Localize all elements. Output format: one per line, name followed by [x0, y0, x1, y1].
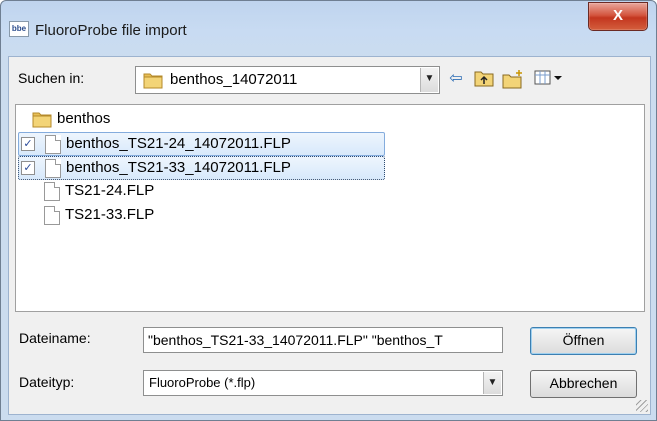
- file-name: benthos_TS21-24_14072011.FLP: [66, 135, 291, 152]
- list-item-folder[interactable]: benthos: [26, 108, 226, 130]
- resize-grip[interactable]: [636, 400, 648, 412]
- filename-input[interactable]: "benthos_TS21-33_14072011.FLP" "benthos_…: [143, 327, 503, 353]
- cancel-button[interactable]: Abbrechen: [530, 370, 637, 398]
- file-list[interactable]: benthos ✓ benthos_TS21-24_14072011.FLP ✓…: [15, 104, 645, 312]
- look-in-value: benthos_14072011: [170, 71, 298, 88]
- file-name: benthos: [57, 110, 111, 127]
- list-item-file[interactable]: TS21-33.FLP: [18, 204, 218, 226]
- look-in-label: Suchen in:: [18, 70, 85, 86]
- look-in-combobox[interactable]: benthos_14072011 ▼: [135, 66, 440, 94]
- dialog-body: Suchen in: benthos_14072011 ▼ ⇦ benthos …: [8, 56, 651, 415]
- new-folder-icon[interactable]: [502, 69, 524, 89]
- view-menu-icon[interactable]: [533, 69, 565, 89]
- list-item-file[interactable]: ✓ benthos_TS21-24_14072011.FLP: [18, 132, 385, 156]
- window-title: FluoroProbe file import: [35, 22, 187, 39]
- file-name: benthos_TS21-33_14072011.FLP: [66, 159, 291, 176]
- document-icon: [44, 182, 60, 201]
- document-icon: [44, 206, 60, 225]
- folder-icon: [143, 73, 163, 89]
- filetype-value: FluoroProbe (*.flp): [149, 375, 256, 390]
- bbe-app-icon: bbe: [9, 21, 29, 37]
- file-name: TS21-33.FLP: [65, 206, 155, 223]
- filetype-label: Dateityp:: [19, 374, 75, 390]
- close-button[interactable]: X: [588, 2, 648, 31]
- file-checkbox[interactable]: ✓: [21, 161, 35, 175]
- filename-label: Dateiname:: [19, 330, 91, 346]
- chevron-down-icon[interactable]: ▼: [483, 372, 501, 394]
- title-bar[interactable]: bbe FluoroProbe file import X: [1, 1, 656, 45]
- up-folder-icon[interactable]: [473, 69, 495, 89]
- file-checkbox[interactable]: ✓: [21, 137, 35, 151]
- list-item-file[interactable]: ✓ benthos_TS21-33_14072011.FLP: [18, 156, 385, 180]
- file-import-dialog: bbe FluoroProbe file import X Suchen in:…: [0, 0, 657, 421]
- open-button[interactable]: Öffnen: [530, 327, 637, 355]
- list-item-file[interactable]: TS21-24.FLP: [18, 180, 218, 202]
- folder-icon: [32, 112, 52, 128]
- back-arrow-icon[interactable]: ⇦: [445, 69, 467, 89]
- filetype-select[interactable]: FluoroProbe (*.flp) ▼: [143, 370, 503, 396]
- document-icon: [45, 135, 61, 154]
- chevron-down-icon[interactable]: ▼: [420, 68, 438, 92]
- file-name: TS21-24.FLP: [65, 182, 155, 199]
- document-icon: [45, 159, 61, 178]
